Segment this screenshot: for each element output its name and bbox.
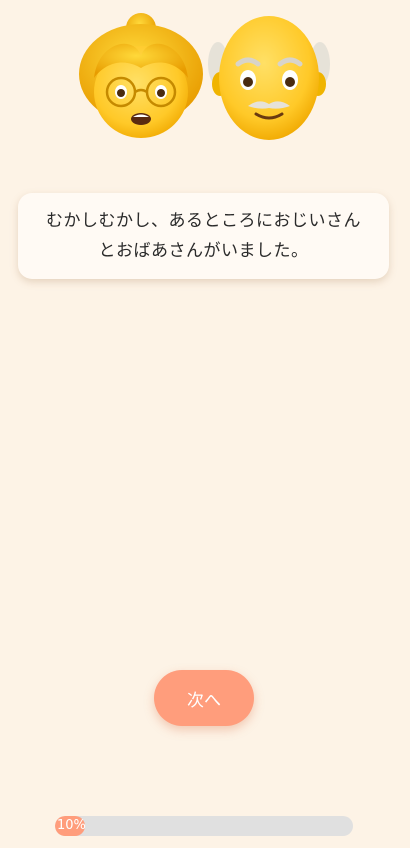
progress-label: 10% [57,818,86,833]
story-illustration [0,12,410,142]
story-card: むかしむかし、あるところにおじいさんとおばあさんがいました。 [18,193,389,279]
next-button[interactable]: 次へ [154,670,254,726]
progress-bar: 10% [55,816,353,836]
story-text: むかしむかし、あるところにおじいさんとおばあさんがいました。 [46,211,361,261]
old-man-emoji-icon [208,16,330,140]
old-woman-emoji-icon [79,13,203,138]
